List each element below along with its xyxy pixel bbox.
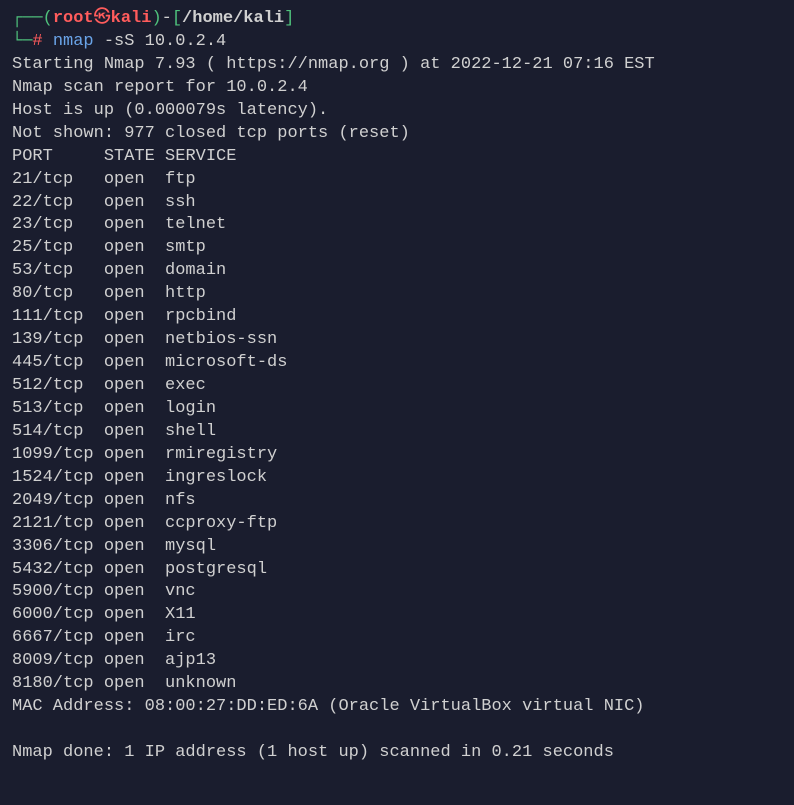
port-row: 111/tcp open rpcbind bbox=[12, 306, 782, 329]
port-row: 80/tcp open http bbox=[12, 283, 782, 306]
prompt-host: kali bbox=[111, 9, 152, 28]
output-done: Nmap done: 1 IP address (1 host up) scan… bbox=[12, 742, 782, 765]
command-args: -sS 10.0.2.4 bbox=[104, 32, 226, 51]
skull-icon: ㉿ bbox=[94, 9, 111, 28]
port-row: 1099/tcp open rmiregistry bbox=[12, 444, 782, 467]
prompt-path: /home/kali bbox=[182, 9, 284, 28]
prompt-corner-bottom: └─ bbox=[12, 32, 32, 51]
output-host-up: Host is up (0.000079s latency). bbox=[12, 100, 782, 123]
output-scan-report: Nmap scan report for 10.0.2.4 bbox=[12, 77, 782, 100]
prompt-user: root bbox=[53, 9, 94, 28]
port-row: 25/tcp open smtp bbox=[12, 237, 782, 260]
port-row: 6667/tcp open irc bbox=[12, 627, 782, 650]
prompt-close-paren: ) bbox=[151, 9, 161, 28]
port-table-header: PORT STATE SERVICE bbox=[12, 146, 782, 169]
prompt-open-bracket: [ bbox=[172, 9, 182, 28]
port-row: 445/tcp open microsoft-ds bbox=[12, 352, 782, 375]
port-row: 513/tcp open login bbox=[12, 398, 782, 421]
port-row: 2049/tcp open nfs bbox=[12, 490, 782, 513]
port-row: 5432/tcp open postgresql bbox=[12, 559, 782, 582]
port-row: 8009/tcp open ajp13 bbox=[12, 650, 782, 673]
prompt-line-2[interactable]: └─# nmap -sS 10.0.2.4 bbox=[12, 31, 782, 54]
command-name: nmap bbox=[53, 32, 94, 51]
output-mac-address: MAC Address: 08:00:27:DD:ED:6A (Oracle V… bbox=[12, 696, 782, 719]
header-port: PORT bbox=[12, 147, 53, 166]
header-state: STATE bbox=[104, 147, 155, 166]
blank-line bbox=[12, 719, 782, 742]
prompt-symbol: # bbox=[32, 32, 42, 51]
port-table-body: 21/tcp open ftp22/tcp open ssh23/tcp ope… bbox=[12, 169, 782, 697]
port-row: 1524/tcp open ingreslock bbox=[12, 467, 782, 490]
prompt-line-1: ┌──(root㉿kali)-[/home/kali] bbox=[12, 8, 782, 31]
prompt-dash: - bbox=[162, 9, 172, 28]
port-row: 2121/tcp open ccproxy-ftp bbox=[12, 513, 782, 536]
prompt-close-bracket: ] bbox=[284, 9, 294, 28]
prompt-open-paren: ( bbox=[43, 9, 53, 28]
port-row: 22/tcp open ssh bbox=[12, 192, 782, 215]
port-row: 139/tcp open netbios-ssn bbox=[12, 329, 782, 352]
output-not-shown: Not shown: 977 closed tcp ports (reset) bbox=[12, 123, 782, 146]
port-row: 8180/tcp open unknown bbox=[12, 673, 782, 696]
output-starting: Starting Nmap 7.93 ( https://nmap.org ) … bbox=[12, 54, 782, 77]
port-row: 5900/tcp open vnc bbox=[12, 581, 782, 604]
port-row: 514/tcp open shell bbox=[12, 421, 782, 444]
terminal-output: ┌──(root㉿kali)-[/home/kali] └─# nmap -sS… bbox=[12, 8, 782, 765]
header-service: SERVICE bbox=[165, 147, 236, 166]
prompt-corner-top: ┌── bbox=[12, 9, 43, 28]
port-row: 6000/tcp open X11 bbox=[12, 604, 782, 627]
port-row: 21/tcp open ftp bbox=[12, 169, 782, 192]
port-row: 3306/tcp open mysql bbox=[12, 536, 782, 559]
port-row: 23/tcp open telnet bbox=[12, 214, 782, 237]
port-row: 512/tcp open exec bbox=[12, 375, 782, 398]
port-row: 53/tcp open domain bbox=[12, 260, 782, 283]
